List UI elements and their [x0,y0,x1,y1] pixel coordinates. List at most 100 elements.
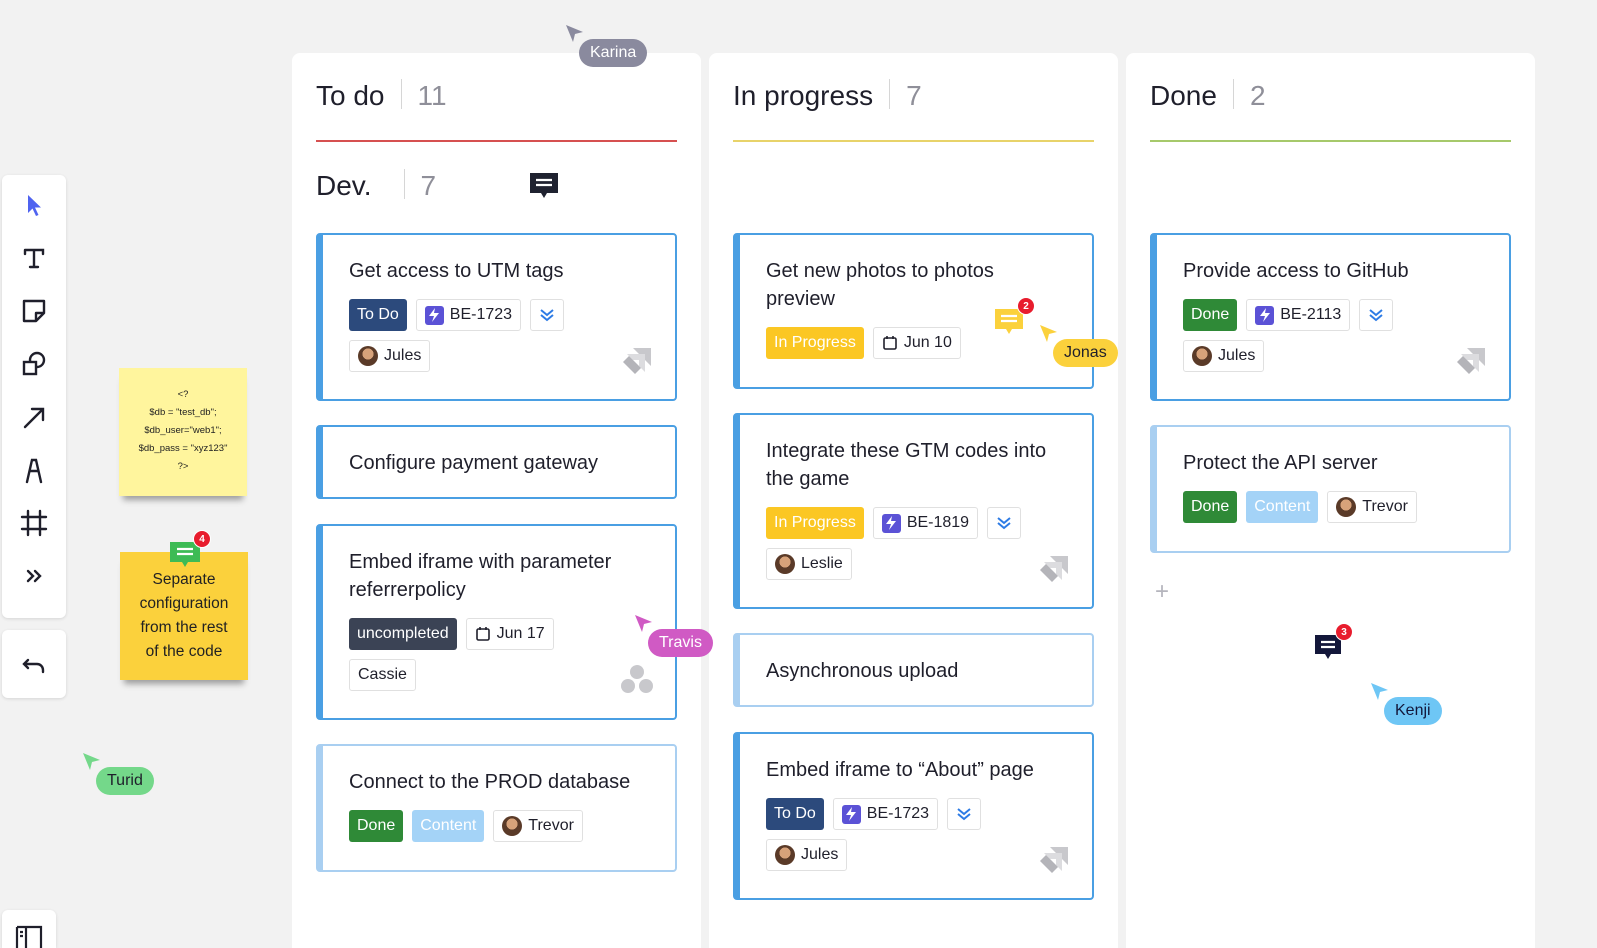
more-tools-icon[interactable] [17,560,51,592]
issue-key-tag[interactable]: BE-2113 [1246,299,1351,331]
card-comment-bubble[interactable]: 2 [993,297,1035,337]
cursor-name: Kenji [1384,697,1442,725]
avatar [1192,346,1212,366]
priority-tag[interactable] [1359,299,1394,331]
assignee-tag[interactable]: Jules [349,340,431,372]
swimlane-comment-bubble[interactable] [528,171,560,201]
card-utm-tags[interactable]: Get access to UTM tags To Do BE-1723 Jul… [316,233,677,401]
select-tool-icon[interactable] [17,189,51,221]
code-line: $db = "test_db"; [149,407,217,418]
column-count: 7 [906,80,922,111]
note-line: Separate [152,571,216,588]
issue-key: BE-1723 [449,306,513,323]
avatar [358,346,378,366]
assignee-tag[interactable]: Trevor [493,810,583,842]
assignee-tag[interactable]: Jules [1183,340,1265,372]
assignee-name: Trevor [1362,498,1408,515]
cursor-name: Turid [96,767,154,795]
code-line: ?> [177,461,189,472]
lightning-icon [881,513,901,533]
column-todo: To do 11 Dev. 7 Get access to UTM tags To … [292,53,701,948]
column-done: Done 2 Provide access to GitHub Done BE-2… [1126,53,1535,948]
code-line: <? [177,389,189,400]
card-payment-gateway[interactable]: Configure payment gateway [316,425,677,499]
issue-key: BE-1723 [866,805,930,822]
assignee-tag[interactable]: Cassie [349,659,416,691]
assignee-tag[interactable]: Leslie [766,548,852,580]
text-tool-icon[interactable] [17,242,51,274]
issue-key-tag[interactable]: BE-1723 [415,299,522,331]
card-async-upload[interactable]: Asynchronous upload [733,633,1094,707]
issue-key-tag[interactable]: BE-1723 [832,798,939,830]
card-prod-database[interactable]: Connect to the PROD database Done Conten… [316,744,677,872]
code-line: $db_pass = "xyz123" [138,443,228,454]
priority-tag[interactable] [530,299,565,331]
card-photos-preview[interactable]: Get new photos to photos preview In Prog… [733,233,1094,389]
code-sticky-note[interactable]: <? $db = "test_db"; $db_user="web1"; $db… [119,368,247,496]
date-tag[interactable]: Jun 10 [872,327,961,359]
panel-toggle-button[interactable] [2,910,56,948]
calendar-icon [475,627,490,641]
frame-tool-icon[interactable] [17,507,51,539]
status-tag[interactable]: Done [1183,299,1238,331]
arrow-tool-icon[interactable] [17,401,51,433]
avatar [1336,497,1357,517]
avatar [775,554,795,574]
card-protect-api[interactable]: Protect the API server Done Content Trev… [1150,425,1511,553]
shapes-tool-icon[interactable] [17,348,51,380]
card-github-access[interactable]: Provide access to GitHub Done BE-2113 Ju… [1150,233,1511,401]
assignee-tag[interactable]: Jules [766,839,848,871]
jira-logo-icon [621,342,655,381]
priority-tag[interactable] [987,507,1022,539]
status-tag[interactable]: uncompleted [349,618,457,650]
card-embed-iframe-about[interactable]: Embed iframe to “About” page To Do BE-17… [733,732,1094,900]
date-tag[interactable]: Jun 17 [465,618,554,650]
calendar-icon [883,336,897,350]
priority-tag[interactable] [947,798,982,830]
swimlane-header: Dev. 7 [316,169,436,202]
card-gtm-codes[interactable]: Integrate these GTM codes into the game … [733,413,1094,609]
undo-button[interactable] [2,630,66,698]
undo-icon [22,658,45,674]
label-tag[interactable]: Content [1246,491,1319,523]
assignee-name: Leslie [801,555,843,572]
cursor-name: Jonas [1053,339,1118,367]
config-sticky-note[interactable]: Separate configuration from the rest of … [120,552,248,680]
column-divider [733,140,1094,142]
jira-logo-icon [1038,550,1072,589]
assignee-tag[interactable]: Trevor [1327,491,1417,523]
swimlane-count: 7 [420,170,437,201]
column-divider [1150,140,1511,142]
card-title: Configure payment gateway [349,452,599,474]
column-header: In progress 7 [733,79,1094,169]
lightning-icon [424,305,444,325]
sticky-note-tool-icon[interactable] [17,295,51,327]
board-comment-bubble[interactable]: 3 [1313,623,1353,663]
card-title: Protect the API server [1183,452,1378,474]
sticky-comment-bubble[interactable]: 4 [168,530,211,570]
add-card-plus-icon[interactable]: + [1155,578,1169,606]
cursor-arrow-icon [635,615,652,632]
code-line: $db_user="web1"; [144,425,222,436]
priority-lowest-icon [997,517,1011,530]
card-title: Get access to UTM tags [349,260,564,282]
assignee-name: Jules [384,347,422,364]
label-tag[interactable]: Content [412,810,485,842]
column-title: To do [316,80,385,111]
status-tag[interactable]: To Do [766,798,824,830]
status-tag[interactable]: In Progress [766,507,864,539]
status-tag[interactable]: To Do [349,299,407,331]
team-icon [619,663,655,700]
issue-key: BE-1819 [906,514,970,531]
cursor-name: Travis [648,629,713,657]
status-tag[interactable]: Done [1183,491,1238,523]
pen-tool-icon[interactable] [17,454,51,486]
card-embed-iframe-param[interactable]: Embed iframe with parameter referrerpoli… [316,524,677,720]
note-line: configuration [139,595,229,612]
issue-key-tag[interactable]: BE-1819 [872,507,979,539]
status-tag[interactable]: In Progress [766,327,864,359]
comment-count-badge: 2 [1017,297,1035,315]
card-title: Asynchronous upload [766,660,959,682]
status-tag[interactable]: Done [349,810,404,842]
swimlane-title: Dev. [316,170,372,201]
